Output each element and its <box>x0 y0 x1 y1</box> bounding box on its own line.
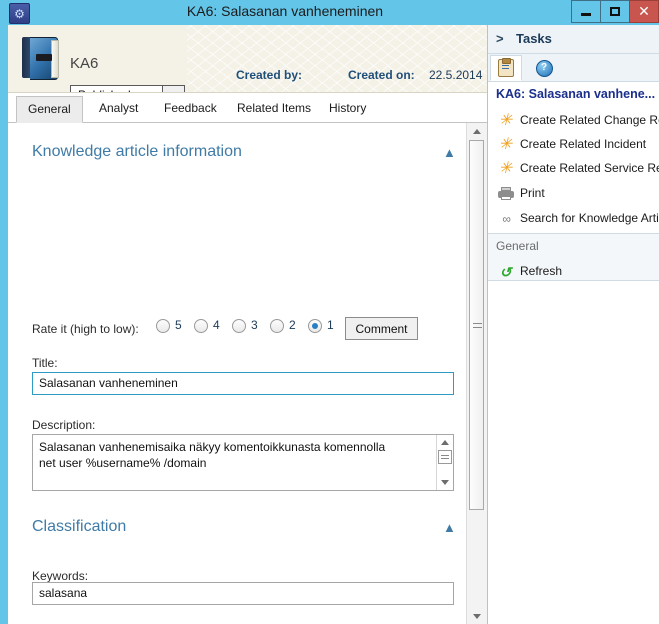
rating-label-3: 3 <box>251 318 258 332</box>
task-label: Create Related Change Reque <box>520 113 659 127</box>
title-bar: ⚙ KA6: Salasanan vanheneminen ✕ <box>0 0 659 25</box>
triangle-up-icon-main <box>472 129 481 134</box>
task-label: Create Related Incident <box>520 137 647 151</box>
tab-analyst[interactable]: Analyst <box>88 96 149 122</box>
rating-label-5: 5 <box>175 318 182 332</box>
refresh-icon: ↺ <box>499 263 512 280</box>
form-scroll-down-button[interactable] <box>467 608 486 624</box>
description-scroll-up-button[interactable] <box>437 435 453 449</box>
tab-help[interactable]: ? <box>528 55 560 81</box>
star-icon: ✳ <box>498 111 513 129</box>
tab-bar: General Analyst Feedback Related Items H… <box>8 93 487 123</box>
keywords-input[interactable]: salasana <box>32 582 454 605</box>
section-title-knowledge-article-information: Knowledge article information <box>32 143 242 160</box>
tasks-pane-tabs: ? <box>488 54 659 82</box>
form-scroll-area: Knowledge article information ▲ Rate it … <box>8 123 487 624</box>
tasks-pane-title: Tasks <box>516 31 552 46</box>
rating-radio-1[interactable] <box>308 319 322 333</box>
task-label: Refresh <box>520 264 563 278</box>
rating-radio-4[interactable] <box>194 319 208 333</box>
title-value: Salasanan vanheneminen <box>39 376 178 390</box>
keywords-label: Keywords: <box>32 569 89 583</box>
tasks-context-title: KA6: Salasanan vanhene... <box>496 87 656 101</box>
keywords-value: salasana <box>39 586 88 600</box>
tasks-pane: > Tasks ? KA6: Salasanan vanhene... ✳ Cr… <box>487 25 659 624</box>
tab-feedback[interactable]: Feedback <box>153 96 228 122</box>
clipboard-tasks-icon <box>498 58 514 77</box>
form-scroll-up-button[interactable] <box>467 123 486 140</box>
maximize-button[interactable] <box>600 0 629 23</box>
chevron-up-icon[interactable]: ▲ <box>443 145 456 160</box>
description-line-2: net user %username% /domain <box>39 456 207 470</box>
triangle-down-icon <box>441 479 449 485</box>
window-controls: ✕ <box>571 0 659 25</box>
form-pane: KA6 Published Created by: Last updated b… <box>0 25 487 624</box>
window-title: KA6: Salasanan vanheneminen <box>186 3 384 19</box>
task-label: Search for Knowledge Articles <box>520 211 659 225</box>
knowledge-article-window: ⚙ KA6: Salasanan vanheneminen ✕ KA6 Publ… <box>0 0 659 624</box>
minimize-icon <box>581 13 591 16</box>
star-icon: ✳ <box>498 159 513 177</box>
radio-selected-dot <box>312 323 318 329</box>
minimize-button[interactable] <box>571 0 600 23</box>
task-create-related-change-request[interactable]: ✳ Create Related Change Reque <box>488 109 659 133</box>
form-inner: KA6 Published Created by: Last updated b… <box>8 25 487 624</box>
star-icon: ✳ <box>498 135 513 153</box>
rating-label-1: 1 <box>327 318 334 332</box>
created-on-label: Created on: <box>348 68 415 82</box>
tasks-divider-bottom <box>488 280 659 281</box>
description-scrollbar[interactable] <box>436 435 453 490</box>
created-on-value: 22.5.2014 <box>429 68 483 82</box>
task-create-related-service-request[interactable]: ✳ Create Related Service Reque <box>488 157 659 181</box>
rating-label-2: 2 <box>289 318 296 332</box>
tasks-group-general-label: General <box>496 239 539 253</box>
description-label: Description: <box>32 418 96 432</box>
chevron-up-icon-classification[interactable]: ▲ <box>443 520 456 535</box>
task-create-related-incident[interactable]: ✳ Create Related Incident <box>488 133 659 157</box>
expand-chevron-icon[interactable]: > <box>496 31 504 46</box>
rating-radio-3[interactable] <box>232 319 246 333</box>
description-line-1: Salasanan vanhenemisaika näkyy komentoik… <box>39 440 386 454</box>
tab-tasks[interactable] <box>490 55 522 81</box>
description-scroll-down-button[interactable] <box>437 475 453 489</box>
link-chain-icon: ∞ <box>502 211 510 226</box>
tab-history[interactable]: History <box>318 96 377 122</box>
title-label: Title: <box>32 356 58 370</box>
help-info-icon: ? <box>535 59 553 77</box>
maximize-icon <box>610 7 620 16</box>
task-print[interactable]: Print <box>488 182 659 206</box>
article-header-band: KA6 Published Created by: Last updated b… <box>8 25 487 93</box>
created-by-label: Created by: <box>236 68 303 82</box>
description-scroll-thumb[interactable] <box>438 450 452 464</box>
task-search-knowledge-articles[interactable]: ∞ Search for Knowledge Articles <box>488 207 659 231</box>
rating-radio-2[interactable] <box>270 319 284 333</box>
close-button[interactable]: ✕ <box>629 0 659 23</box>
tab-related-items[interactable]: Related Items <box>226 96 322 122</box>
form-content: Knowledge article information ▲ Rate it … <box>8 123 466 624</box>
description-textarea[interactable]: Salasanan vanhenemisaika näkyy komentoik… <box>32 434 454 491</box>
rating-label-4: 4 <box>213 318 220 332</box>
task-label: Print <box>520 186 545 200</box>
triangle-up-icon <box>441 439 449 445</box>
task-label: Create Related Service Reque <box>520 161 659 175</box>
triangle-down-icon-main <box>472 614 481 619</box>
comment-button[interactable]: Comment <box>345 317 418 340</box>
printer-icon <box>497 185 514 202</box>
tasks-pane-header: > Tasks <box>488 25 659 54</box>
form-scroll-thumb[interactable] <box>469 140 484 510</box>
title-input[interactable]: Salasanan vanheneminen <box>32 372 454 395</box>
form-scrollbar[interactable] <box>466 123 487 624</box>
tab-general[interactable]: General <box>16 96 83 123</box>
section-title-classification: Classification <box>32 518 127 535</box>
close-icon: ✕ <box>638 3 650 19</box>
rate-label: Rate it (high to low): <box>32 322 139 336</box>
rating-radio-5[interactable] <box>156 319 170 333</box>
article-metadata: Created by: Last updated by: Created on:… <box>8 25 487 92</box>
